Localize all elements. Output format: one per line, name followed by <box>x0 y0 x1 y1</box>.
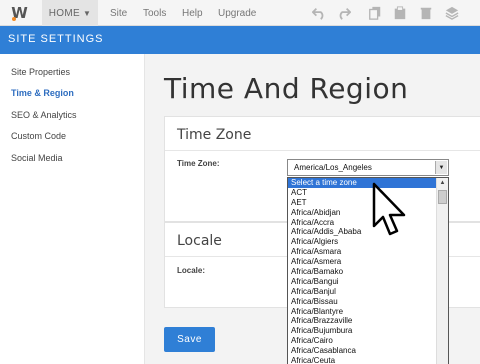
nav-help[interactable]: Help <box>182 0 203 26</box>
timezone-option[interactable]: Africa/Cairo <box>288 336 438 346</box>
timezone-option[interactable]: Africa/Brazzaville <box>288 316 438 326</box>
timezone-select[interactable]: America/Los_Angeles ▼ <box>287 159 449 176</box>
section-divider <box>165 150 480 151</box>
redo-icon[interactable] <box>336 5 352 21</box>
timezone-option[interactable]: Africa/Bamako <box>288 267 438 277</box>
mouse-pointer-icon <box>372 182 406 236</box>
sidebar-item-custom-code[interactable]: Custom Code <box>11 131 66 141</box>
timezone-option[interactable]: Africa/Asmara <box>288 247 438 257</box>
sidebar-item-time-region[interactable]: Time & Region <box>11 88 74 98</box>
settings-header: SITE SETTINGS <box>0 26 480 54</box>
timezone-option[interactable]: Africa/Casablanca <box>288 346 438 356</box>
locale-field-label: Locale: <box>177 266 206 275</box>
timezone-option[interactable]: Africa/Addis_Ababa <box>288 227 438 237</box>
sidebar-item-site-properties[interactable]: Site Properties <box>11 67 70 77</box>
timezone-field-label: Time Zone: <box>177 159 220 168</box>
scrollbar-thumb[interactable] <box>438 190 447 204</box>
trash-icon[interactable] <box>418 5 434 21</box>
home-page-dropdown[interactable]: HOME ▼ <box>42 0 98 26</box>
copy-icon[interactable] <box>367 5 383 21</box>
timezone-option[interactable]: Africa/Asmera <box>288 257 438 267</box>
timezone-options: Select a time zone ACT AET Africa/Abidjan Af… <box>288 178 438 364</box>
save-button[interactable]: Save <box>164 327 215 352</box>
timezone-option[interactable]: ACT <box>288 188 438 198</box>
dropdown-scrollbar[interactable]: ▲ <box>436 178 448 364</box>
undo-icon[interactable] <box>311 5 327 21</box>
timezone-selected-value: America/Los_Angeles <box>294 163 372 172</box>
timezone-option[interactable]: Africa/Accra <box>288 218 438 228</box>
settings-sidebar: Site Properties Time & Region SEO & Anal… <box>0 54 145 364</box>
timezone-option[interactable]: Africa/Algiers <box>288 237 438 247</box>
timezone-option[interactable]: Africa/Blantyre <box>288 307 438 317</box>
layers-icon[interactable] <box>444 5 460 21</box>
timezone-option[interactable]: Africa/Bujumbura <box>288 326 438 336</box>
timezone-heading: Time Zone <box>177 127 252 143</box>
timezone-option[interactable]: AET <box>288 198 438 208</box>
timezone-option[interactable]: Africa/Abidjan <box>288 208 438 218</box>
scroll-up-icon[interactable]: ▲ <box>437 178 448 188</box>
timezone-dropdown-list[interactable]: Select a time zone ACT AET Africa/Abidjan Af… <box>287 177 449 364</box>
timezone-option[interactable]: Africa/Bangui <box>288 277 438 287</box>
locale-heading: Locale <box>177 233 222 249</box>
sidebar-item-seo-analytics[interactable]: SEO & Analytics <box>11 110 77 120</box>
top-toolbar: W HOME ▼ Site Tools Help Upgrade <box>0 0 480 26</box>
logo-dot <box>12 17 16 21</box>
paste-icon[interactable] <box>392 5 408 21</box>
settings-title: SITE SETTINGS <box>8 33 104 45</box>
weebly-logo[interactable]: W <box>0 0 39 26</box>
page-title: Time And Region <box>164 72 409 105</box>
sidebar-item-social-media[interactable]: Social Media <box>11 153 63 163</box>
nav-upgrade[interactable]: Upgrade <box>218 0 256 26</box>
chevron-down-icon[interactable]: ▼ <box>435 161 447 174</box>
timezone-option-placeholder[interactable]: Select a time zone <box>288 178 438 188</box>
timezone-option[interactable]: Africa/Banjul <box>288 287 438 297</box>
chevron-down-icon: ▼ <box>82 8 92 18</box>
home-label: HOME <box>48 7 80 19</box>
nav-site[interactable]: Site <box>110 0 127 26</box>
timezone-option[interactable]: Africa/Ceuta <box>288 356 438 364</box>
timezone-option[interactable]: Africa/Bissau <box>288 297 438 307</box>
nav-tools[interactable]: Tools <box>143 0 166 26</box>
